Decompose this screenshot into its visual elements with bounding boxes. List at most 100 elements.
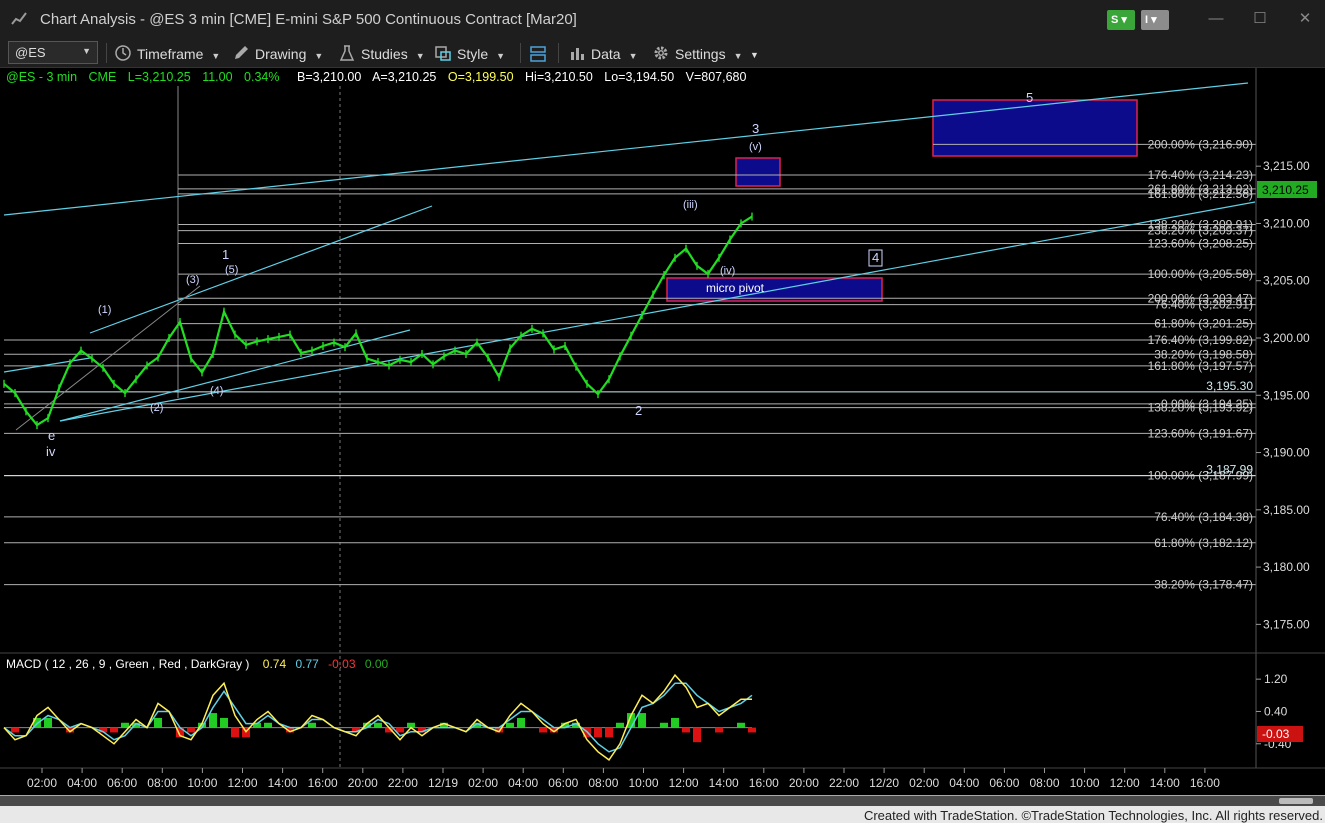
clock-icon: [115, 45, 131, 61]
x-tick-label: 06:00: [107, 776, 137, 790]
symbol-value: @ES: [15, 45, 46, 60]
x-tick-label: 08:00: [147, 776, 177, 790]
x-tick-label: 04:00: [67, 776, 97, 790]
y-tick-label: 3,185.00: [1263, 503, 1310, 517]
wave-label: (4): [210, 385, 223, 397]
wave-label: (3): [186, 274, 199, 286]
trendline-base: [3, 357, 91, 373]
macd-legend: MACD ( 12 , 26 , 9 , Green , Red , DarkG…: [6, 657, 389, 671]
y-tick-label: 3,205.00: [1263, 274, 1310, 288]
wave-label: 1: [222, 247, 229, 262]
wave-label: (2): [150, 402, 163, 414]
x-tick-label: 22:00: [829, 776, 859, 790]
x-tick-label: 20:00: [789, 776, 819, 790]
x-tick-label: 12:00: [227, 776, 257, 790]
chart-area[interactable]: 200.00% (3,216.90) 176.40% (3,214.23) 2 61.…: [0, 68, 1325, 795]
fib-level-label: 123.60% (3,208.25): [1148, 237, 1253, 251]
fib-level-label: 3,195.30: [1206, 379, 1253, 393]
wave-label: (iv): [720, 265, 735, 277]
interval-link-i-button[interactable]: I ▾: [1141, 10, 1169, 30]
fib-level-label: 3,187.99: [1206, 463, 1253, 477]
x-tick-label: 12/20: [869, 776, 899, 790]
pencil-icon: [235, 46, 248, 59]
symbol-link-s-button[interactable]: S ▾: [1107, 10, 1135, 30]
fib-level-label: 176.40% (3,214.23): [1148, 168, 1253, 182]
fib-level-label: 176.40% (3,199.82): [1148, 333, 1253, 347]
style-icon: [435, 46, 451, 61]
x-tick-label: 16:00: [1190, 776, 1220, 790]
wave-label: iv: [46, 444, 56, 459]
layout-button[interactable]: [528, 44, 553, 64]
x-tick-label: 20:00: [348, 776, 378, 790]
title-bar: Chart Analysis - @ES 3 min [CME] E-mini …: [0, 0, 1325, 38]
micro-pivot-label: micro pivot: [706, 281, 765, 295]
wave-label: (5): [225, 264, 238, 276]
wave-label: (iii): [683, 199, 698, 211]
wave-label: 2: [635, 403, 642, 418]
price-series-line: [3, 215, 753, 427]
toolbar-overflow-chevron-icon[interactable]: ▼: [750, 50, 759, 70]
x-tick-label: 16:00: [308, 776, 338, 790]
macd-y-tick-label: 0.40: [1264, 704, 1288, 718]
macd-y-tick-label: 1.20: [1264, 672, 1288, 686]
symbol-input[interactable]: @ES ▼: [8, 41, 98, 64]
x-tick-label: 22:00: [388, 776, 418, 790]
x-tick-label: 08:00: [588, 776, 618, 790]
wave-label: (v): [749, 141, 762, 153]
footer-credit: Created with TradeStation. ©TradeStation…: [863, 808, 1323, 823]
fib-level-label: 76.40% (3,202.91): [1154, 298, 1253, 312]
style-menu[interactable]: Style ▼: [434, 44, 505, 64]
last-price-label: 3,210.25: [1262, 183, 1309, 197]
y-tick-label: 3,215.00: [1263, 159, 1310, 173]
fib-level-label: 76.40% (3,184.38): [1154, 510, 1253, 524]
wave-label: 3: [752, 121, 759, 136]
studies-menu[interactable]: Studies ▼: [338, 44, 425, 64]
x-tick-label: 06:00: [989, 776, 1019, 790]
x-tick-label: 10:00: [1070, 776, 1100, 790]
x-tick-label: 10:00: [628, 776, 658, 790]
gear-icon: [654, 46, 668, 60]
data-menu[interactable]: Data ▼: [568, 44, 638, 64]
fib-level-label: 138.20% (3,193.92): [1148, 401, 1253, 415]
x-tick-label: 02:00: [909, 776, 939, 790]
settings-menu[interactable]: Settings ▼: [652, 44, 743, 64]
x-tick-label: 08:00: [1029, 776, 1059, 790]
maximize-button[interactable]: ☐: [1250, 9, 1270, 29]
trendline-wave-top: [89, 205, 433, 334]
status-bar: Created with TradeStation. ©TradeStation…: [0, 795, 1325, 823]
fib-level-label: 61.80% (3,201.25): [1154, 317, 1253, 331]
x-tick-label: 14:00: [268, 776, 298, 790]
app-chart-icon: [11, 12, 27, 25]
x-tick-label: 14:00: [1150, 776, 1180, 790]
horizontal-scrollbar[interactable]: [0, 796, 1325, 806]
trendline-lower-channel: [59, 201, 1256, 422]
flask-icon: [339, 45, 355, 61]
fib-level-label: 38.20% (3,178.47): [1154, 578, 1253, 592]
minimize-button[interactable]: —: [1206, 9, 1226, 29]
wave-label: e: [48, 428, 55, 443]
x-tick-label: 12/19: [428, 776, 458, 790]
fib-level-label: 161.80% (3,197.57): [1148, 359, 1253, 373]
scrollbar-thumb[interactable]: [1279, 798, 1313, 804]
macd-current-label: -0.03: [1262, 727, 1290, 741]
fib-level-label: 61.80% (3,182.12): [1154, 536, 1253, 550]
price-chart[interactable]: 200.00% (3,216.90) 176.40% (3,214.23) 2 61.…: [0, 68, 1325, 795]
y-tick-label: 3,200.00: [1263, 331, 1310, 345]
y-tick-label: 3,175.00: [1263, 617, 1310, 631]
chevron-down-icon: ▼: [82, 46, 91, 56]
x-tick-label: 14:00: [709, 776, 739, 790]
layout-icon: [530, 46, 546, 62]
x-tick-label: 02:00: [27, 776, 57, 790]
y-tick-label: 3,180.00: [1263, 560, 1310, 574]
drawing-menu[interactable]: Drawing ▼: [232, 44, 323, 64]
x-tick-label: 16:00: [749, 776, 779, 790]
window-title: Chart Analysis - @ES 3 min [CME] E-mini …: [40, 11, 577, 28]
bar-chart-icon: [571, 48, 584, 60]
y-tick-label: 3,195.00: [1263, 388, 1310, 402]
target-zone-v: [735, 157, 781, 187]
x-tick-label: 12:00: [1110, 776, 1140, 790]
x-tick-label: 06:00: [548, 776, 578, 790]
fib-level-label: 161.80% (3,212.58): [1148, 187, 1253, 201]
close-button[interactable]: ✕: [1295, 9, 1315, 29]
timeframe-menu[interactable]: Timeframe ▼: [114, 44, 220, 64]
